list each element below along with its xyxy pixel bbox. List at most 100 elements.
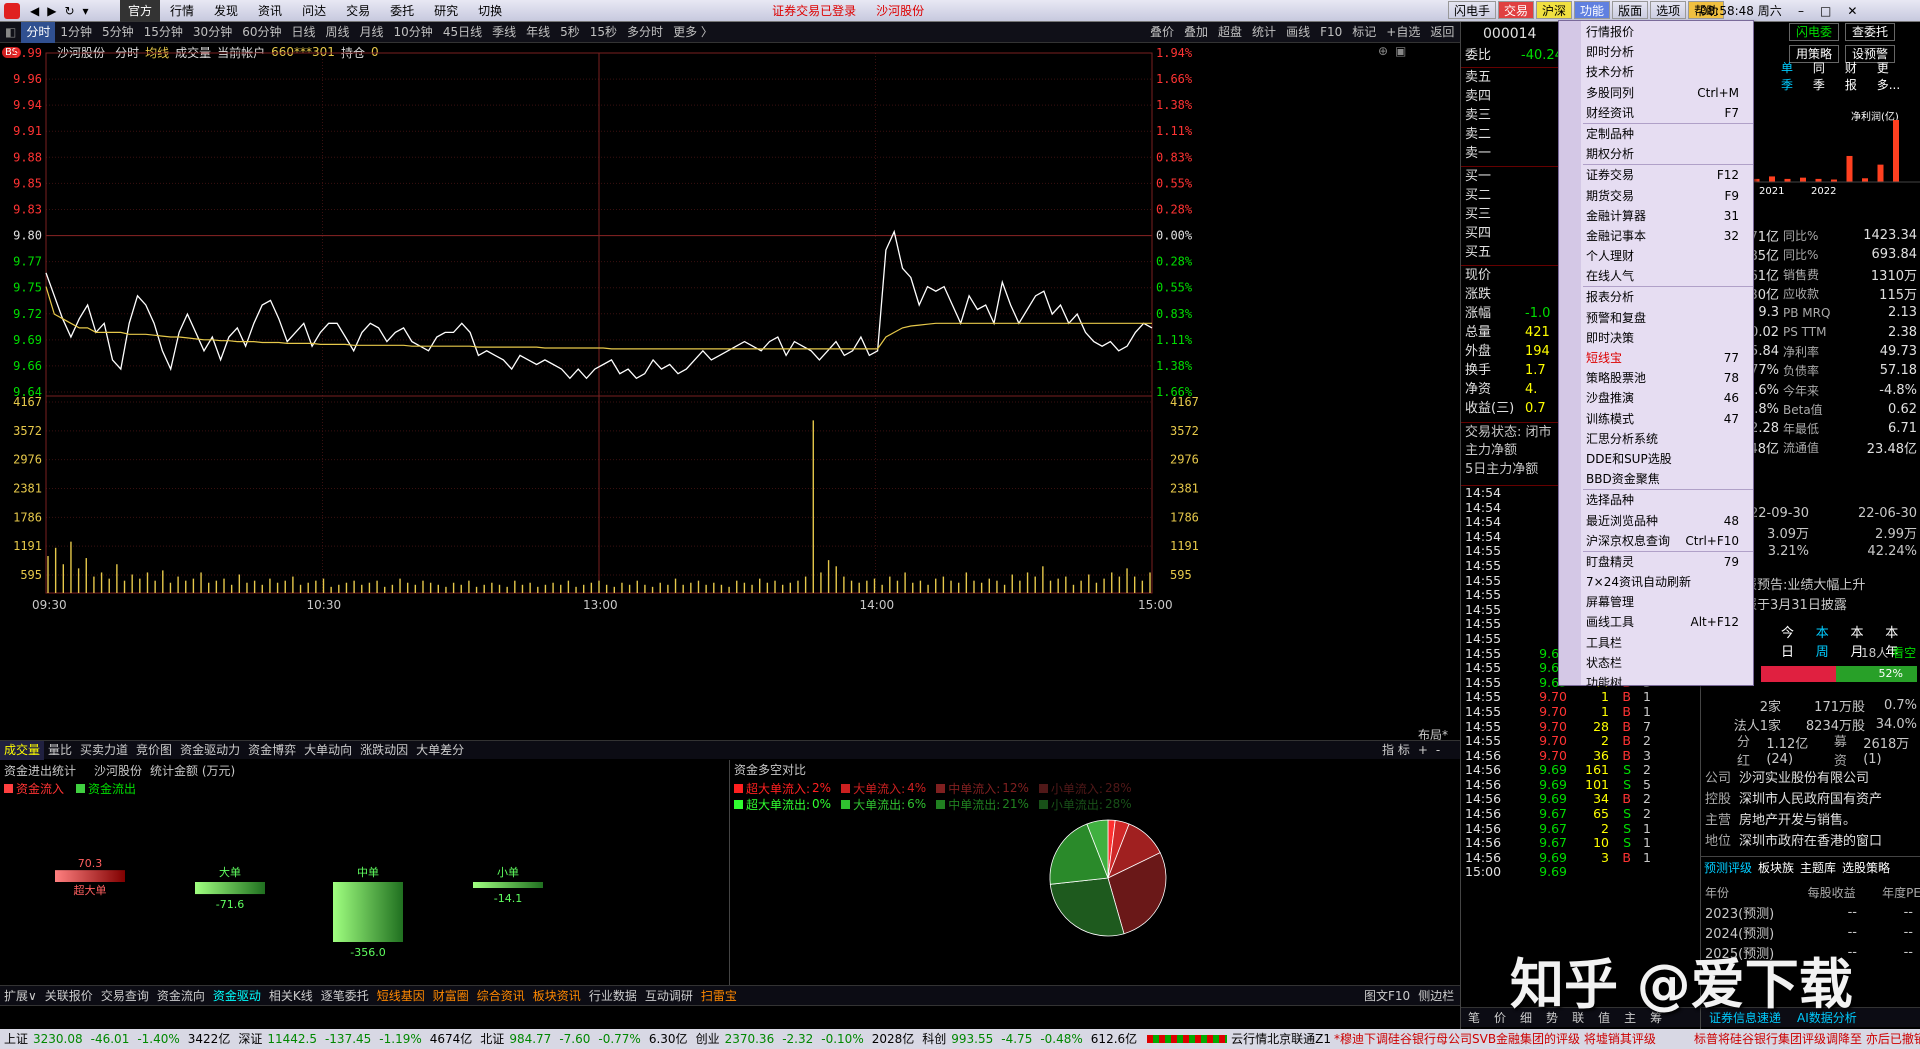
menu-item-21[interactable]: DDE和SUP选股 [1559,449,1753,469]
menu-2[interactable]: 发现 [204,0,248,22]
f10-tab-0[interactable]: 单季 [1781,59,1805,93]
menu-item-24[interactable]: 最近浏览品种 48 [1559,511,1753,531]
chart-tool-0[interactable]: 叠价 [1145,22,1179,43]
menu-item-25[interactable]: 沪深京权息查询 Ctrl+F10 [1559,531,1753,551]
menu-item-8[interactable]: 期货交易 F9 [1559,186,1753,206]
indicator-tab-3[interactable]: 竞价图 [132,741,176,760]
period-tab-14[interactable]: 15秒 [585,22,622,43]
period-tab-2[interactable]: 5分钟 [97,22,139,43]
ext-tab-5[interactable]: 相关K线 [265,986,317,1006]
period-tab-5[interactable]: 60分钟 [237,22,286,43]
menu-item-11[interactable]: 个人理财 [1559,246,1753,266]
title-button-3[interactable]: 功能 [1574,1,1611,19]
menu-item-1[interactable]: 即时分析 [1559,42,1753,62]
indicator-control-0[interactable]: 指 标 [1378,741,1414,760]
chart-tool-6[interactable]: 标记 [1347,22,1381,43]
menu-3[interactable]: 资讯 [248,0,292,22]
forward-icon[interactable]: ▶ [47,4,56,18]
menu-8[interactable]: 切换 [468,0,512,22]
menu-item-28[interactable]: 屏幕管理 [1559,592,1753,612]
menu-item-31[interactable]: 状态栏 [1559,653,1753,673]
period-tab-8[interactable]: 月线 [355,22,389,43]
menu-item-27[interactable]: 7×24资讯自动刷新 [1559,572,1753,592]
ext-tab-2[interactable]: 交易查询 [97,986,153,1006]
indicator-tab-0[interactable]: 成交量 [0,740,45,760]
title-button-5[interactable]: 选项 [1650,1,1687,19]
sidebar-toggle-icon[interactable]: ◧ [0,22,21,43]
ext-tab-0[interactable]: 扩展∨ [0,986,41,1006]
maximize-icon[interactable]: □ [1820,4,1831,18]
menu-item-5[interactable]: 定制品种 [1559,124,1753,144]
index-name[interactable]: 北证 [476,1029,505,1049]
f10-tab-1[interactable]: 同季 [1813,59,1837,93]
indicator-tab-1[interactable]: 量比 [44,741,76,760]
menu-4[interactable]: 问达 [292,0,336,22]
indicator-control-2[interactable]: - [1432,741,1444,760]
period-tab-4[interactable]: 30分钟 [188,22,237,43]
title-button-4[interactable]: 版面 [1612,1,1649,19]
menu-7[interactable]: 研究 [424,0,468,22]
index-name[interactable]: 上证 [0,1029,29,1049]
menu-1[interactable]: 行情 [160,0,204,22]
period-tab-12[interactable]: 年线 [521,22,555,43]
ext-tab-9[interactable]: 综合资讯 [473,986,529,1006]
menu-item-29[interactable]: 画线工具 Alt+F12 [1559,612,1753,632]
forecast-tab-0[interactable]: 预测评级 [1704,859,1752,876]
period-tab-10[interactable]: 45日线 [438,22,487,43]
menu-item-10[interactable]: 金融记事本 32 [1559,226,1753,246]
forecast-tab-2[interactable]: 主题库 [1800,859,1836,876]
indicator-tab-6[interactable]: 大单动向 [300,741,356,760]
query-order-button[interactable]: 查委托 [1845,23,1896,41]
menu-item-4[interactable]: 财经资讯 F7 [1559,103,1753,123]
menu-item-30[interactable]: 工具栏 [1559,633,1753,653]
chart-tool-2[interactable]: 超盘 [1213,22,1247,43]
scroll-news-1[interactable]: *穆迪下调硅谷银行母公司SVB金融集团的评级 将墟销其评级 [1330,1029,1660,1049]
chart-tool-1[interactable]: 叠加 [1179,22,1213,43]
menu-item-9[interactable]: 金融计算器 31 [1559,206,1753,226]
ext-tab-8[interactable]: 财富圈 [429,986,473,1006]
title-button-2[interactable]: 沪深 [1536,1,1573,19]
quote-tab-0[interactable]: 笔 [1461,1009,1487,1026]
chart-tool-7[interactable]: +自选 [1381,22,1425,43]
indicator-tab-8[interactable]: 大单差分 [412,741,468,760]
refresh-icon[interactable]: ↻ [64,4,74,18]
period-tab-7[interactable]: 周线 [321,22,355,43]
period-tab-11[interactable]: 季线 [487,22,521,43]
ext-tab-13[interactable]: 扫雷宝 [697,986,741,1006]
menu-item-13[interactable]: 报表分析 [1559,287,1753,307]
down-icon[interactable]: ▾ [83,4,89,18]
chart-tool-5[interactable]: F10 [1315,22,1347,43]
menu-item-19[interactable]: 训练模式 47 [1559,409,1753,429]
menu-item-26[interactable]: 盯盘精灵 79 [1559,552,1753,572]
inst-tab-1[interactable]: 本周 [1816,622,1841,660]
minimize-icon[interactable]: – [1798,4,1804,18]
menu-5[interactable]: 交易 [336,0,380,22]
menu-item-15[interactable]: 即时决策 [1559,328,1753,348]
ext-tab-4[interactable]: 资金驱动 [209,986,265,1006]
indicator-tab-7[interactable]: 涨跌动因 [356,741,412,760]
menu-0[interactable]: 官方 [120,0,161,22]
server-label[interactable]: 云行情北京联通Z1 [1227,1029,1335,1049]
indicator-tab-4[interactable]: 资金驱动力 [176,741,244,760]
ext-tab-10[interactable]: 板块资讯 [529,986,585,1006]
menu-item-7[interactable]: 证券交易 F12 [1559,165,1753,185]
title-button-0[interactable]: 闪电手 [1448,1,1497,19]
index-name[interactable]: 深证 [234,1029,263,1049]
menu-item-32[interactable]: 功能树 [1559,673,1753,693]
chart-tool-3[interactable]: 统计 [1247,22,1281,43]
menu-item-16[interactable]: 短线宝 77 [1559,348,1753,368]
menu-item-14[interactable]: 预警和复盘 [1559,308,1753,328]
ext-right-0[interactable]: 图文F10 [1360,986,1414,1006]
menu-6[interactable]: 委托 [380,0,424,22]
menu-item-22[interactable]: BBD资金聚焦 [1559,469,1753,489]
period-tab-9[interactable]: 10分钟 [389,22,438,43]
forecast-tab-3[interactable]: 选股策略 [1842,859,1890,876]
forecast-tab-1[interactable]: 板块族 [1758,859,1794,876]
period-tab-15[interactable]: 多分时 [622,22,668,43]
chart-tool-4[interactable]: 画线 [1281,22,1315,43]
ext-tab-12[interactable]: 互动调研 [641,986,697,1006]
chart-tool-8[interactable]: 返回 [1425,22,1459,43]
menu-item-18[interactable]: 沙盘推演 46 [1559,388,1753,408]
index-name[interactable]: 科创 [918,1029,947,1049]
period-tab-16[interactable]: 更多 〉 [668,22,718,43]
